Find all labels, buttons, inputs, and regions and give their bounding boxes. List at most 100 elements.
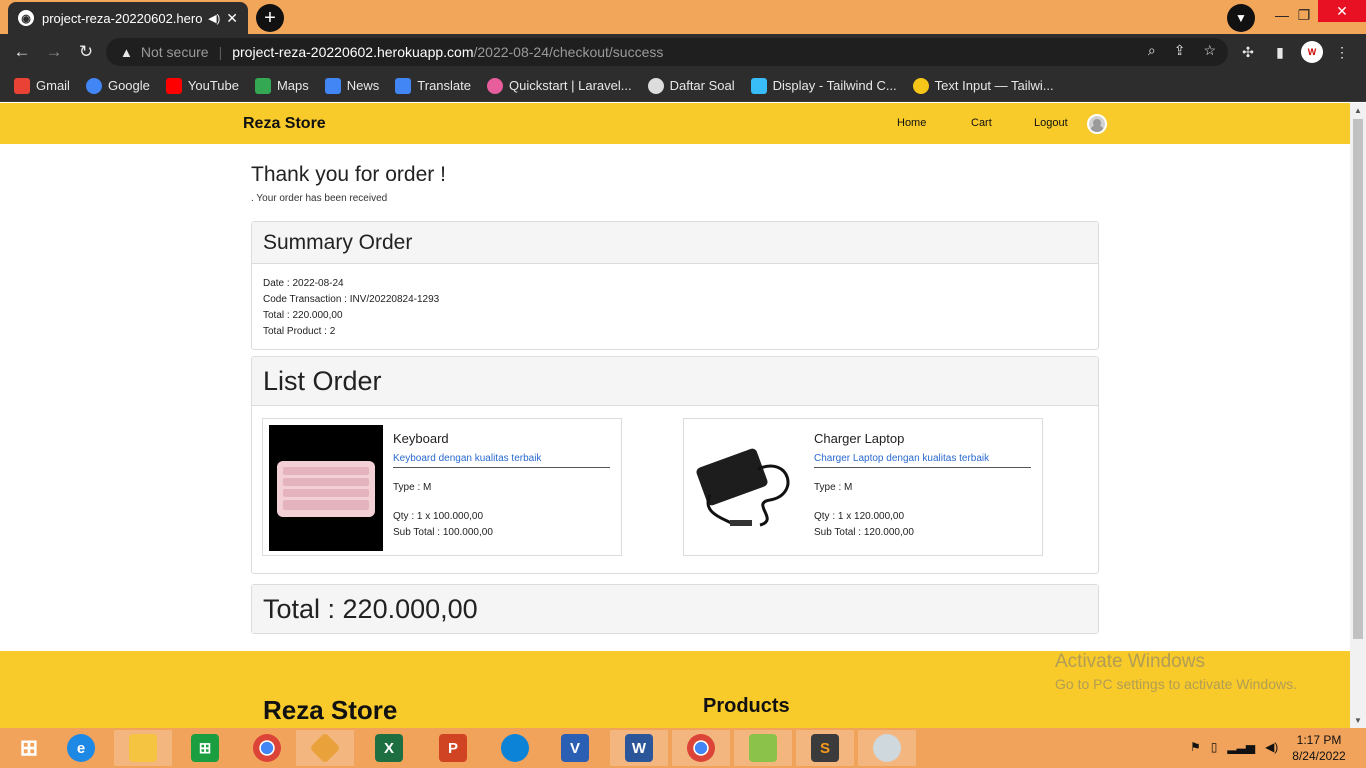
tab-strip: ◉ project-reza-20220602.herok ◀) ✕ + ▼ —… <box>0 0 1366 34</box>
tab-search-icon[interactable]: ▼ <box>1227 4 1255 32</box>
app-diamond-icon <box>309 732 341 764</box>
scroll-thumb[interactable] <box>1353 119 1363 639</box>
menu-kebab-icon[interactable]: ⋮ <box>1332 42 1352 62</box>
word-icon: W <box>625 734 653 762</box>
taskbar-file-explorer[interactable] <box>114 730 172 766</box>
internet-explorer-icon: e <box>67 734 95 762</box>
taskbar-edge[interactable] <box>486 730 544 766</box>
item-name: Charger Laptop <box>814 431 905 446</box>
taskbar-app-diamond[interactable] <box>296 730 354 766</box>
item-qty: Qty : 1 x 100.000,00 <box>393 511 484 522</box>
order-item: Charger Laptop Charger Laptop dengan kua… <box>683 418 1043 556</box>
store-icon: ⊞ <box>191 734 219 762</box>
summary-total-product: Total Product : 2 <box>263 326 336 337</box>
reload-icon[interactable]: ↻ <box>74 40 98 64</box>
taskbar-chrome-1[interactable] <box>238 730 296 766</box>
taskbar-chrome-2[interactable] <box>672 730 730 766</box>
bookmark-daftar-soal[interactable]: Daftar Soal <box>647 77 735 94</box>
visio-icon: V <box>561 734 589 762</box>
start-button[interactable]: ⊞ <box>0 730 58 766</box>
zoom-icon[interactable]: ⌕ <box>1148 42 1156 59</box>
page-scrollbar[interactable]: ▲ ▼ <box>1350 103 1366 728</box>
extensions-icon[interactable]: ✣ <box>1238 42 1258 62</box>
site-brand[interactable]: Reza Store <box>243 115 326 133</box>
bookmark-tailwind-display[interactable]: Display - Tailwind C... <box>750 77 897 94</box>
footer-brand: Reza Store <box>263 695 398 725</box>
paint-palette-icon <box>873 734 901 762</box>
taskbar-powerpoint[interactable]: P <box>424 730 482 766</box>
volume-icon[interactable]: ◀) <box>1265 740 1278 754</box>
item-description[interactable]: Charger Laptop dengan kualitas terbaik <box>814 453 1031 468</box>
taskbar-store[interactable]: ⊞ <box>176 730 234 766</box>
taskbar-paint[interactable] <box>858 730 916 766</box>
system-tray: ⚑ ▯ ▂▃▅ ◀) <box>1190 740 1278 754</box>
keyboard-image <box>269 425 383 551</box>
address-bar[interactable]: ▲ Not secure | project-reza-20220602.her… <box>106 38 1228 66</box>
powerpoint-icon: P <box>439 734 467 762</box>
item-description[interactable]: Keyboard dengan kualitas terbaik <box>393 453 610 468</box>
taskbar-app-green[interactable] <box>734 730 792 766</box>
tab-close-button[interactable]: ✕ <box>226 10 238 27</box>
news-icon <box>324 77 341 94</box>
browser-tab[interactable]: ◉ project-reza-20220602.herok ◀) ✕ <box>8 2 248 34</box>
list-order-body: Keyboard Keyboard dengan kualitas terbai… <box>252 406 1098 573</box>
laravel-icon <box>487 77 503 94</box>
action-center-flag-icon[interactable]: ⚑ <box>1190 740 1201 754</box>
scroll-up-icon[interactable]: ▲ <box>1354 106 1362 115</box>
site-navbar: Reza Store Home Cart Logout <box>0 103 1350 144</box>
battery-icon[interactable]: ▯ <box>1211 740 1218 754</box>
profile-avatar[interactable]: W <box>1301 41 1323 63</box>
folder-icon <box>129 734 157 762</box>
bookmark-translate[interactable]: Translate <box>395 77 471 94</box>
omnibox-divider: | <box>218 44 223 60</box>
bookmark-tailwind-input[interactable]: Text Input — Tailwi... <box>912 77 1054 94</box>
window-close-button[interactable]: ✕ <box>1318 0 1366 22</box>
back-icon[interactable]: ← <box>10 40 34 64</box>
excel-icon: X <box>375 734 403 762</box>
grand-total: Total : 220.000,00 <box>252 585 1098 633</box>
forward-icon[interactable]: → <box>42 40 66 64</box>
page-title: Thank you for order ! <box>251 163 446 186</box>
list-order-heading: List Order <box>252 357 1098 406</box>
url-host[interactable]: project-reza-20220602.herokuapp.com <box>232 44 473 60</box>
bookmark-star-icon[interactable]: ☆ <box>1203 42 1216 59</box>
order-item: Keyboard Keyboard dengan kualitas terbai… <box>262 418 622 556</box>
bookmark-google[interactable]: Google <box>85 77 150 94</box>
nav-logout-link[interactable]: Logout <box>1034 117 1068 129</box>
item-subtotal: Sub Total : 120.000,00 <box>814 527 914 538</box>
side-panel-icon[interactable]: ▮ <box>1270 42 1290 62</box>
network-icon[interactable]: ▂▃▅ <box>1227 740 1255 754</box>
tailwind-icon <box>750 77 767 94</box>
taskbar-excel[interactable]: X <box>360 730 418 766</box>
google-icon <box>85 77 102 94</box>
warning-icon[interactable]: ▲ <box>120 45 133 60</box>
security-label[interactable]: Not secure <box>141 44 209 60</box>
bookmark-youtube[interactable]: YouTube <box>165 77 239 94</box>
summary-card: Summary Order Date : 2022-08-24 Code Tra… <box>251 221 1099 350</box>
bookmark-news[interactable]: News <box>324 77 379 94</box>
taskbar-ie[interactable]: e <box>52 730 110 766</box>
taskbar-word[interactable]: W <box>610 730 668 766</box>
translate-icon <box>395 77 412 94</box>
chrome-icon <box>687 734 715 762</box>
bookmark-laravel[interactable]: Quickstart | Laravel... <box>487 77 632 94</box>
new-tab-button[interactable]: + <box>256 4 284 32</box>
nav-cart-link[interactable]: Cart <box>971 117 992 129</box>
url-path[interactable]: /2022-08-24/checkout/success <box>473 44 663 60</box>
item-qty: Qty : 1 x 120.000,00 <box>814 511 905 522</box>
share-icon[interactable]: ⇪ <box>1174 42 1186 59</box>
clock[interactable]: 1:17 PM 8/24/2022 <box>1288 732 1350 764</box>
bookmark-gmail[interactable]: Gmail <box>14 77 70 94</box>
checkout-content: Thank you for order ! . Your order has b… <box>251 163 1099 634</box>
user-avatar[interactable] <box>1087 114 1107 134</box>
youtube-icon <box>165 77 182 94</box>
bookmarks-bar: Gmail Google YouTube Maps News Translate… <box>0 70 1366 102</box>
taskbar-visio[interactable]: V <box>546 730 604 766</box>
scroll-down-icon[interactable]: ▼ <box>1354 716 1362 725</box>
taskbar-sublime[interactable]: S <box>796 730 854 766</box>
speaker-icon[interactable]: ◀) <box>208 12 220 25</box>
nav-home-link[interactable]: Home <box>897 117 926 129</box>
maps-icon <box>254 77 271 94</box>
watermark-title: Activate Windows <box>1055 651 1205 672</box>
bookmark-maps[interactable]: Maps <box>254 77 309 94</box>
